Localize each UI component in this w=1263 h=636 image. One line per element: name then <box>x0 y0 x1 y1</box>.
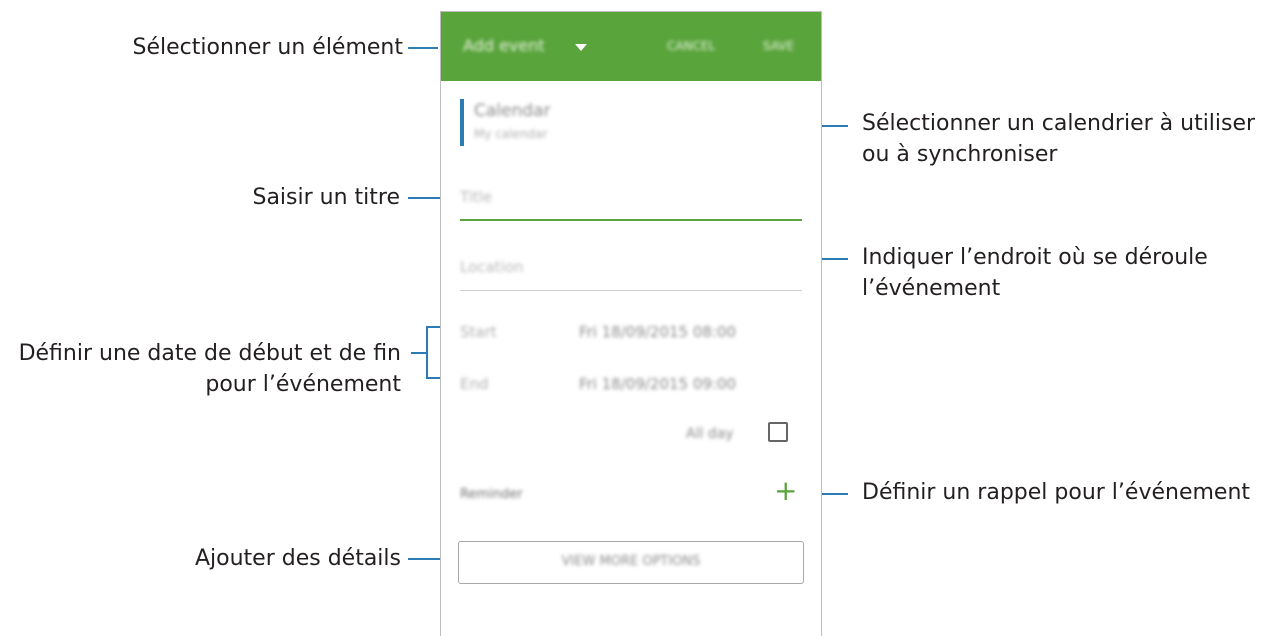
calendar-selector-value[interactable]: My calendar <box>474 127 547 141</box>
calendar-selector-label[interactable]: Calendar <box>474 101 550 121</box>
callout-calendar: Sélectionner un calendrier à utiliser ou… <box>862 108 1255 170</box>
callout-enter-title-text: Saisir un titre <box>252 185 400 210</box>
callout-reminder-text: Définir un rappel pour l’événement <box>862 480 1251 505</box>
callout-enter-title: Saisir un titre <box>252 182 400 213</box>
callout-start-end-line2: pour l’événement <box>205 372 401 397</box>
callout-location-line1: Indiquer l’endroit où se déroule <box>862 245 1208 270</box>
chevron-down-icon[interactable] <box>575 44 587 51</box>
callout-start-end-line1: Définir une date de début et de fin <box>18 341 401 366</box>
title-input-underline <box>460 219 802 221</box>
calendar-color-indicator <box>460 99 464 146</box>
callout-select-item: Sélectionner un élément <box>133 32 404 63</box>
all-day-checkbox[interactable] <box>768 422 788 442</box>
leader-start-end-bottom <box>426 377 440 379</box>
end-datetime[interactable]: Fri 18/09/2015 09:00 <box>579 375 736 393</box>
phone-screen: Add event CANCEL SAVE Calendar My calend… <box>440 11 822 636</box>
view-more-options-label: VIEW MORE OPTIONS <box>561 554 701 569</box>
plus-icon[interactable]: + <box>774 477 797 505</box>
callout-start-end: Définir une date de début et de fin pour… <box>19 338 401 400</box>
callout-calendar-line2: ou à synchroniser <box>862 142 1058 167</box>
callout-location-line2: l’événement <box>862 276 1001 301</box>
view-more-options-button[interactable]: VIEW MORE OPTIONS <box>458 541 804 584</box>
leader-start-end-stub <box>411 352 426 354</box>
event-type-selector[interactable]: Add event <box>463 36 545 55</box>
leader-select-item <box>408 47 438 49</box>
callout-add-details-text: Ajouter des détails <box>194 546 401 571</box>
location-input[interactable]: Location <box>460 258 523 276</box>
app-bar: Add event CANCEL SAVE <box>441 12 821 81</box>
cancel-button[interactable]: CANCEL <box>667 39 715 53</box>
all-day-label: All day <box>686 426 734 442</box>
save-button[interactable]: SAVE <box>763 39 794 53</box>
leader-start-end-bracket <box>426 326 428 379</box>
title-input[interactable]: Title <box>460 188 492 206</box>
start-datetime[interactable]: Fri 18/09/2015 08:00 <box>579 323 736 341</box>
callout-location: Indiquer l’endroit où se déroule l’événe… <box>862 242 1208 304</box>
callout-select-item-text: Sélectionner un élément <box>132 35 404 60</box>
callout-reminder: Définir un rappel pour l’événement <box>862 477 1250 508</box>
callout-calendar-line1: Sélectionner un calendrier à utiliser <box>862 111 1256 136</box>
callout-add-details: Ajouter des détails <box>195 543 401 574</box>
location-input-underline <box>460 290 802 291</box>
end-label: End <box>460 375 489 393</box>
reminder-label: Reminder <box>460 487 523 502</box>
leader-start-end-top <box>426 326 440 328</box>
start-label: Start <box>460 323 497 341</box>
